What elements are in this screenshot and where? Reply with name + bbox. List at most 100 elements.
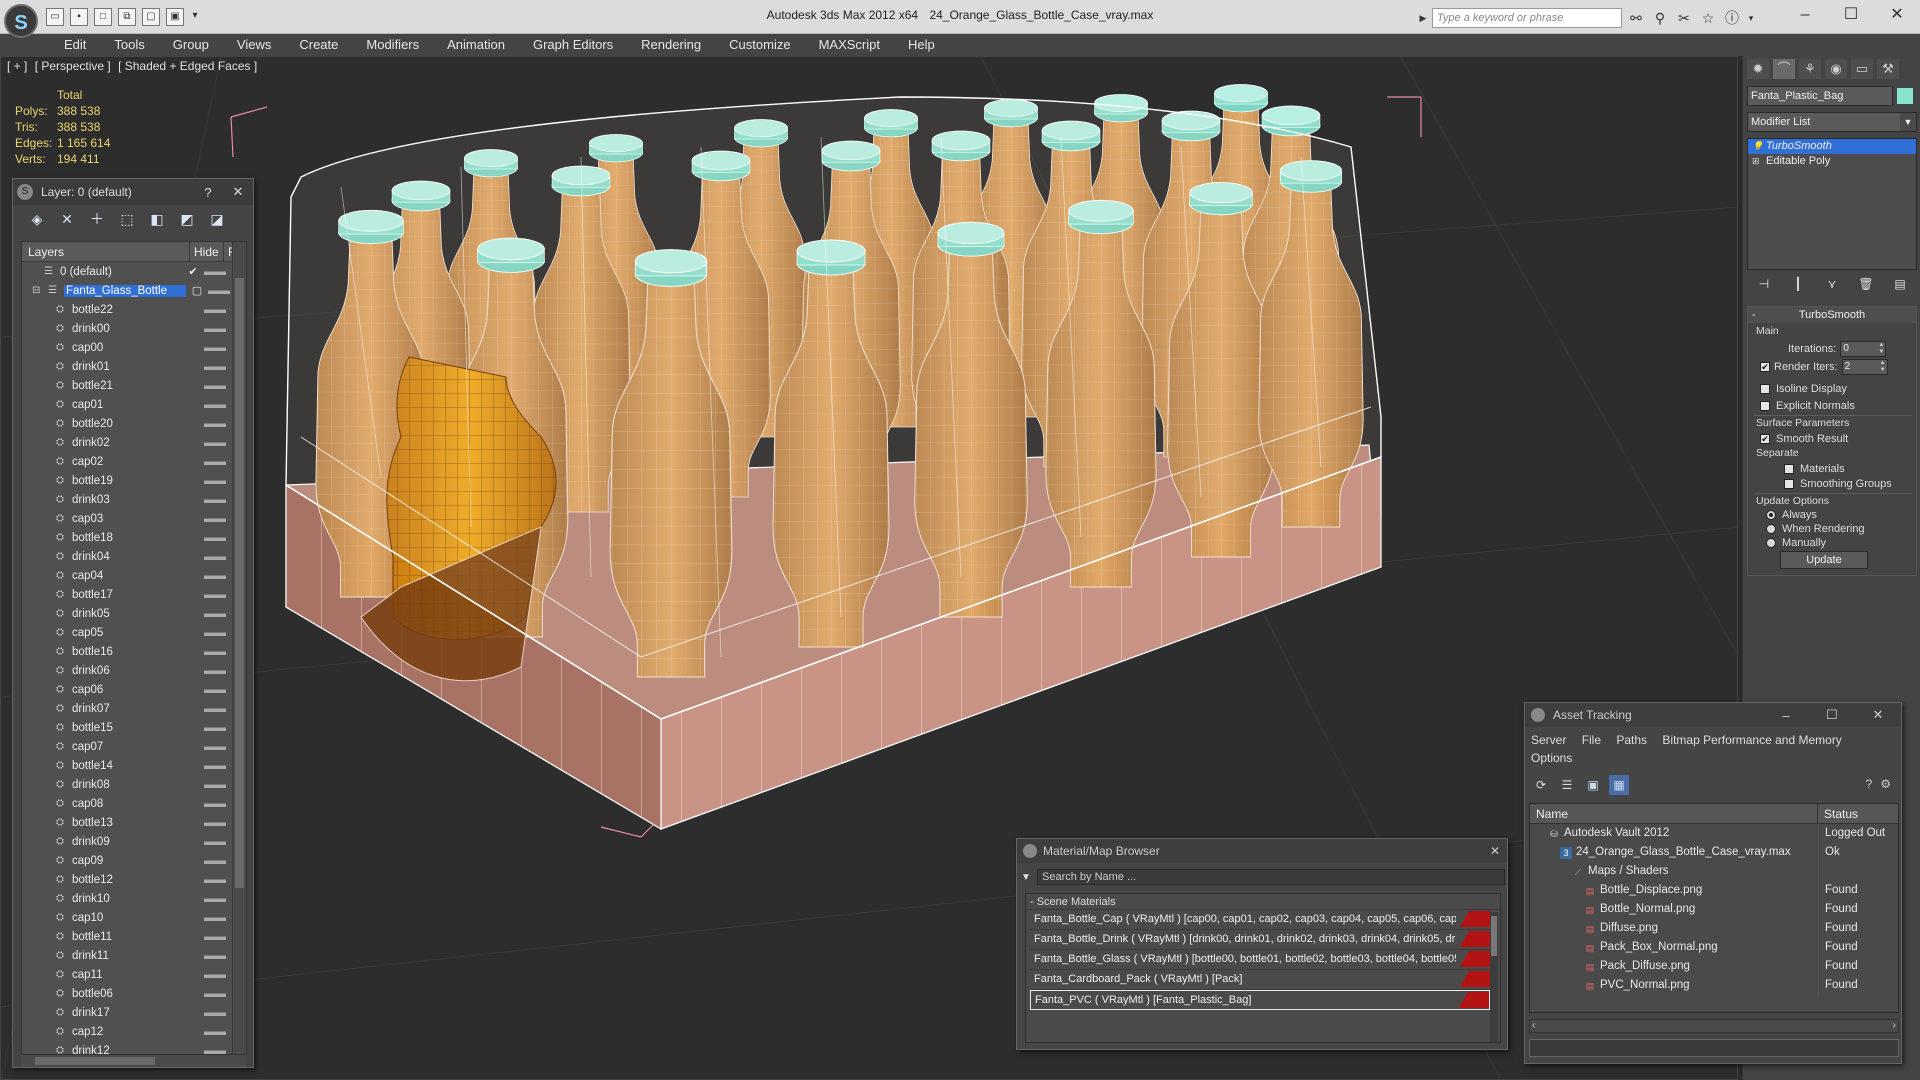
- hide-toggle[interactable]: ▬▬: [204, 513, 226, 525]
- layer-object-row[interactable]: ⛭ bottle14 ▬▬: [22, 756, 232, 775]
- layer-object-row[interactable]: ⛭ drink02 ▬▬: [22, 433, 232, 452]
- add-to-layer-icon[interactable]: ＋: [87, 209, 107, 229]
- hide-toggle[interactable]: ▬▬: [204, 969, 226, 981]
- layer-object-row[interactable]: ⛭ drink07 ▬▬: [22, 699, 232, 718]
- menu-modifiers[interactable]: Modifiers: [352, 34, 433, 56]
- window-icon[interactable]: ▢: [142, 8, 160, 26]
- make-current-box-icon[interactable]: ▢: [186, 284, 208, 297]
- thumbnail-view-icon[interactable]: ▣: [1583, 775, 1603, 795]
- separate-materials-checkbox[interactable]: [1784, 464, 1794, 474]
- motion-tab-icon[interactable]: ◉: [1825, 59, 1847, 79]
- material-item[interactable]: Fanta_Bottle_Cap ( VRayMtl ) [cap00, cap…: [1030, 910, 1490, 930]
- hide-toggle[interactable]: ▬▬: [204, 950, 226, 962]
- column-hide[interactable]: Hide: [190, 242, 224, 261]
- help-icon[interactable]: ?: [1866, 777, 1873, 791]
- delete-layer-icon[interactable]: ✕: [57, 209, 77, 229]
- update-when-rendering-radio[interactable]: [1766, 524, 1776, 534]
- help-button[interactable]: ?: [193, 185, 223, 200]
- hide-toggle[interactable]: ▬▬: [204, 1026, 226, 1038]
- hide-toggle[interactable]: ▬▬: [204, 798, 226, 810]
- hide-toggle[interactable]: ▬▬: [204, 608, 226, 620]
- scroll-left-icon[interactable]: ‹: [1532, 1020, 1535, 1032]
- update-manually-row[interactable]: Manually: [1766, 537, 1826, 549]
- hide-toggle[interactable]: ▬▬: [204, 380, 226, 392]
- iterations-spinner[interactable]: 0 ▲ ▼: [1840, 341, 1887, 357]
- project-icon[interactable]: ▣: [166, 8, 184, 26]
- binoculars-icon[interactable]: ⚯: [1626, 8, 1646, 28]
- browser-options-dropdown-icon[interactable]: ▼: [1021, 872, 1031, 883]
- smooth-result-checkbox[interactable]: ✔: [1760, 434, 1770, 444]
- hide-toggle[interactable]: ▬▬: [204, 399, 226, 411]
- chevron-down-icon[interactable]: ▼: [1900, 113, 1916, 131]
- layer-object-row[interactable]: ⛭ cap02 ▬▬: [22, 452, 232, 471]
- asset-row[interactable]: ▤ Bottle_Displace.png Found: [1530, 881, 1898, 900]
- layer-object-row[interactable]: ⛭ cap11 ▬▬: [22, 965, 232, 984]
- material-item-selected[interactable]: Fanta_PVC ( VRayMtl ) [Fanta_Plastic_Bag…: [1030, 990, 1490, 1010]
- separate-smoothing-groups-row[interactable]: Smoothing Groups: [1784, 478, 1892, 490]
- layer-object-row[interactable]: ⛭ bottle17 ▬▬: [22, 585, 232, 604]
- column-layers[interactable]: Layers: [22, 242, 190, 261]
- refresh-icon[interactable]: ⟳: [1531, 775, 1551, 795]
- column-name[interactable]: Name: [1530, 804, 1818, 823]
- minimize-icon[interactable]: –: [1782, 0, 1828, 30]
- separate-materials-row[interactable]: Materials: [1784, 463, 1845, 475]
- update-manually-radio[interactable]: [1766, 538, 1776, 548]
- layer-object-row[interactable]: ⛭ drink00 ▬▬: [22, 319, 232, 338]
- close-button[interactable]: ✕: [223, 184, 253, 200]
- hide-toggle[interactable]: ▬▬: [204, 437, 226, 449]
- app-logo-icon[interactable]: S: [4, 4, 38, 38]
- render-iters-spinner[interactable]: 2 ▲ ▼: [1841, 359, 1888, 375]
- hide-toggle[interactable]: ▬▬: [204, 266, 226, 278]
- update-when-rendering-row[interactable]: When Rendering: [1766, 523, 1865, 535]
- menu-maxscript[interactable]: MAXScript: [805, 34, 894, 56]
- modifier-list-dropdown[interactable]: Modifier List ▼: [1747, 112, 1917, 132]
- render-iters-checkbox[interactable]: ✔: [1760, 362, 1770, 372]
- hide-toggle[interactable]: ▬▬: [204, 836, 226, 848]
- freeze-all-layers-icon[interactable]: ◪: [207, 209, 227, 229]
- layer-object-row[interactable]: ⛭ bottle18 ▬▬: [22, 528, 232, 547]
- layer-object-row[interactable]: ⛭ cap04 ▬▬: [22, 566, 232, 585]
- hide-toggle[interactable]: ▬▬: [204, 627, 226, 639]
- close-icon[interactable]: ✕: [1483, 844, 1507, 858]
- material-item[interactable]: Fanta_Bottle_Glass ( VRayMtl ) [bottle00…: [1030, 950, 1490, 970]
- material-list-scrollbar[interactable]: [1490, 912, 1498, 1042]
- asset-row[interactable]: ▤ Pack_Box_Normal.png Found: [1530, 938, 1898, 957]
- hide-toggle[interactable]: ▬▬: [204, 703, 226, 715]
- column-status[interactable]: Status: [1818, 804, 1898, 823]
- hide-toggle[interactable]: ▬▬: [208, 285, 230, 297]
- layer-object-row[interactable]: ⛭ drink05 ▬▬: [22, 604, 232, 623]
- layer-object-row[interactable]: ⛭ drink03 ▬▬: [22, 490, 232, 509]
- material-search-input[interactable]: Search by Name ...: [1037, 869, 1505, 885]
- layer-object-row[interactable]: ⛭ cap01 ▬▬: [22, 395, 232, 414]
- highlight-layer-icon[interactable]: ◧: [147, 209, 167, 229]
- rollout-title-bar[interactable]: - TurboSmooth: [1748, 307, 1916, 323]
- scroll-right-icon[interactable]: ›: [1893, 1020, 1896, 1032]
- make-unique-icon[interactable]: ⋎: [1822, 274, 1842, 294]
- asset-row[interactable]: ▤ Bottle_Normal.png Found: [1530, 900, 1898, 919]
- layer-row[interactable]: ☰ 0 (default) ✔ ▬▬: [22, 262, 232, 281]
- hide-toggle[interactable]: ▬▬: [204, 912, 226, 924]
- hide-toggle[interactable]: ▬▬: [204, 532, 226, 544]
- menu-tools[interactable]: Tools: [100, 34, 158, 56]
- hierarchy-tab-icon[interactable]: ⚘: [1799, 59, 1821, 79]
- hide-toggle[interactable]: ▬▬: [204, 1007, 226, 1019]
- layer-object-row[interactable]: ⛭ drink17 ▬▬: [22, 1003, 232, 1022]
- asset-tracking-title-bar[interactable]: Asset Tracking – ☐ ✕: [1525, 703, 1901, 727]
- hide-toggle[interactable]: ▬▬: [204, 874, 226, 886]
- menu-options[interactable]: Options: [1531, 751, 1572, 765]
- create-tab-icon[interactable]: ✹: [1747, 59, 1769, 79]
- asset-row[interactable]: ⟋ Maps / Shaders: [1530, 862, 1898, 881]
- hide-toggle[interactable]: ▬▬: [204, 893, 226, 905]
- menu-edit[interactable]: Edit: [50, 34, 100, 56]
- separate-smoothing-groups-checkbox[interactable]: [1784, 479, 1794, 489]
- layer-object-row[interactable]: ⛭ bottle20 ▬▬: [22, 414, 232, 433]
- menu-customize[interactable]: Customize: [715, 34, 804, 56]
- material-item[interactable]: Fanta_Cardboard_Pack ( VRayMtl ) [Pack]: [1030, 970, 1490, 990]
- help-search-input[interactable]: Type a keyword or phrase: [1432, 8, 1622, 28]
- spinner-arrows-icon[interactable]: ▲ ▼: [1879, 360, 1887, 374]
- layer-object-row[interactable]: ⛭ bottle11 ▬▬: [22, 927, 232, 946]
- layer-object-row[interactable]: ⛭ cap05 ▬▬: [22, 623, 232, 642]
- viewport-label[interactable]: [ + ] [ Perspective ] [ Shaded + Edged F…: [7, 59, 261, 73]
- hide-toggle[interactable]: ▬▬: [204, 1045, 226, 1055]
- layer-object-row[interactable]: ⛭ drink08 ▬▬: [22, 775, 232, 794]
